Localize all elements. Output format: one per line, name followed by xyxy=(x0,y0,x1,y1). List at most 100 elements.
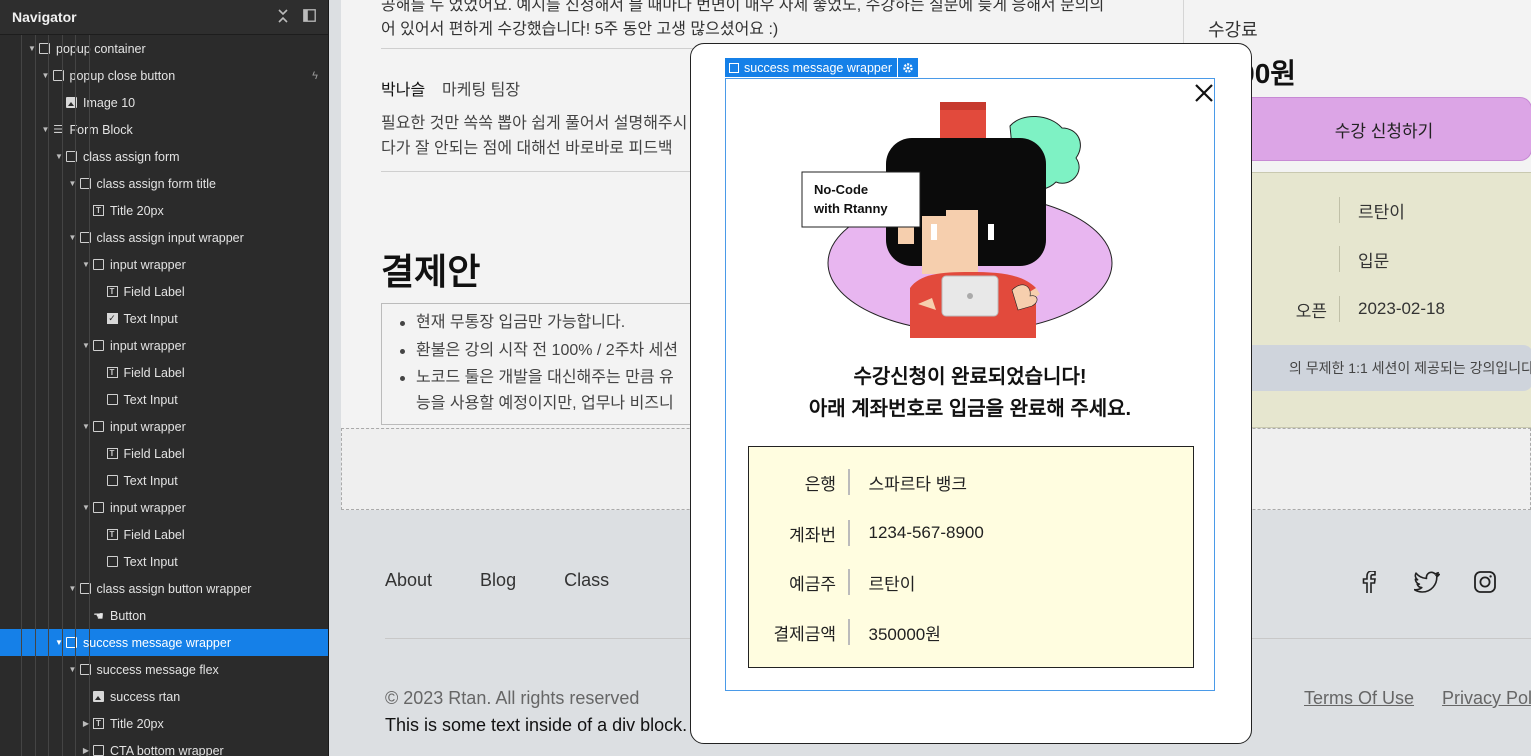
terms-link[interactable]: Terms Of Use xyxy=(1304,688,1414,709)
navigator-item[interactable]: ▼ input wrapper xyxy=(0,413,328,440)
facebook-icon[interactable] xyxy=(1355,568,1383,596)
navigator-item[interactable]: ▼ input wrapper xyxy=(0,332,328,359)
div-block-icon xyxy=(93,421,104,432)
navigator-item[interactable]: Text Input xyxy=(0,548,328,575)
text-element-icon: T xyxy=(106,448,118,459)
info-value: 입문 xyxy=(1358,251,1390,271)
navigator-item-label: Text Input xyxy=(123,554,178,569)
navigator-item[interactable]: ☚ Button xyxy=(0,602,328,629)
collapse-icon[interactable] xyxy=(276,8,290,26)
navigator-item[interactable]: ▼ ☰ Form Block xyxy=(0,116,328,143)
navigator-item[interactable]: T Field Label xyxy=(0,359,328,386)
caret-down-icon[interactable]: ▼ xyxy=(68,584,78,593)
navigator-item[interactable]: ▼ input wrapper xyxy=(0,251,328,278)
navigator-item[interactable]: success rtan xyxy=(0,683,328,710)
info-row: 오픈 2023-02-18 xyxy=(1237,294,1531,324)
navigator-item-label: Title 20px xyxy=(110,203,164,218)
review-body-line: 필요한 것만 쏙쏙 뽑아 쉽게 풀어서 설명해주시 xyxy=(381,115,688,132)
div-block-icon xyxy=(106,394,118,405)
instagram-icon[interactable] xyxy=(1471,568,1499,596)
navigator-item-label: input wrapper xyxy=(110,338,186,353)
navigator-item[interactable]: ▶ T Title 20px xyxy=(0,710,328,737)
caret-down-icon[interactable]: ▼ xyxy=(68,179,78,188)
payment-info-box: 현재 무통장 입금만 가능합니다. 환불은 강의 시작 전 100% / 2주차… xyxy=(381,303,701,425)
reviewer-name: 박나슬 xyxy=(381,82,426,99)
privacy-link[interactable]: Privacy Pol xyxy=(1442,688,1531,709)
navigator-item[interactable]: ▼ popup container xyxy=(0,35,328,62)
div-block-icon xyxy=(106,475,118,486)
fee-label: 수강료 xyxy=(1208,20,1258,40)
payment-item-continued: 능을 사용할 예정이지만, 업무나 비즈니 xyxy=(416,394,674,412)
dock-panel-icon[interactable] xyxy=(302,9,316,25)
info-value: 르탄이 xyxy=(1358,202,1405,222)
footer-link-class[interactable]: Class xyxy=(564,570,609,591)
settings-gear-icon[interactable] xyxy=(897,58,918,77)
navigator-item-label: input wrapper xyxy=(110,500,186,515)
navigator-item[interactable]: ▼ class assign button wrapper xyxy=(0,575,328,602)
navigator-item[interactable]: T Title 20px xyxy=(0,197,328,224)
text-element-icon: T xyxy=(106,286,118,297)
success-line: 아래 계좌번호로 입금을 완료해 주세요. xyxy=(808,398,1132,420)
navigator-panel: Navigator ▼ popup container ▼ popup close b… xyxy=(0,0,329,756)
selection-tag: success message wrapper xyxy=(725,58,918,77)
account-key: 계좌번 xyxy=(789,525,836,545)
tree-guide-line xyxy=(35,35,36,756)
interaction-bolt-icon[interactable]: ϟ xyxy=(312,70,318,82)
twitter-icon[interactable] xyxy=(1413,568,1441,596)
navigator-item-label: class assign form title xyxy=(96,176,216,191)
navigator-item[interactable]: ▼ input wrapper xyxy=(0,494,328,521)
navigator-item-label: success message wrapper xyxy=(83,635,231,650)
navigator-item[interactable]: ▼ class assign input wrapper xyxy=(0,224,328,251)
footer-link-about[interactable]: About xyxy=(385,570,432,591)
text-element-icon: T xyxy=(106,367,118,378)
input-field-icon: ✓ xyxy=(106,313,118,324)
text-element-icon: T xyxy=(93,718,104,729)
caret-down-icon[interactable]: ▼ xyxy=(68,233,78,242)
navigator-item[interactable]: ▼ class assign form xyxy=(0,143,328,170)
div-block-text: This is some text inside of a div block. xyxy=(385,715,688,735)
navigator-item-label: Field Label xyxy=(123,365,185,380)
navigator-item[interactable]: ▶ CTA bottom wrapper xyxy=(0,737,328,756)
navigator-item[interactable]: T Field Label xyxy=(0,440,328,467)
navigator-item-label: Field Label xyxy=(123,527,185,542)
navigator-item[interactable]: T Field Label xyxy=(0,278,328,305)
review-top-line: 공해를 두 었었어요. 예시를 신청해서 블 때마다 번면이 매우 자세 좋었도… xyxy=(381,0,1105,14)
navigator-item[interactable]: Image 10 xyxy=(0,89,328,116)
navigator-item[interactable]: ▼ success message flex xyxy=(0,656,328,683)
payment-heading: 결제안 xyxy=(381,251,481,292)
tree-guide-line xyxy=(75,35,76,756)
apply-course-button[interactable]: 수강 신청하기 xyxy=(1236,97,1531,161)
selection-label[interactable]: success message wrapper xyxy=(725,58,897,77)
tree-guide-line xyxy=(62,35,63,756)
div-block-icon xyxy=(93,340,104,351)
navigator-item-label: class assign form xyxy=(83,149,180,164)
navigator-item-label: Form Block xyxy=(69,122,133,137)
navigator-item[interactable]: ▼ popup close button ϟ xyxy=(0,62,328,89)
footer-link-blog[interactable]: Blog xyxy=(480,570,516,591)
navigator-item[interactable]: ▼ success message wrapper xyxy=(0,629,328,656)
caret-down-icon[interactable]: ▼ xyxy=(41,71,51,80)
navigator-item-label: Text Input xyxy=(123,311,178,326)
review-body-line: 다가 잘 안되는 점에 대해선 바로바로 피드백 xyxy=(381,139,673,157)
footer-nav: About Blog Class xyxy=(385,570,609,591)
bank-account-box: 은행 스파르타 뱅크 계좌번 1234-567-8900 예금주 르탄이 결제금… xyxy=(748,446,1194,668)
navigator-item-label: input wrapper xyxy=(110,257,186,272)
navigator-item-label: class assign button wrapper xyxy=(96,581,252,596)
button-icon: ☚ xyxy=(93,608,104,623)
caret-down-icon[interactable]: ▼ xyxy=(41,125,51,134)
navigator-item[interactable]: ▼ class assign form title xyxy=(0,170,328,197)
navigator-item[interactable]: ✓ Text Input xyxy=(0,305,328,332)
navigator-tree: ▼ popup container ▼ popup close button ϟ Imag… xyxy=(0,35,328,756)
navigator-item[interactable]: T Field Label xyxy=(0,521,328,548)
account-key: 결제금액 xyxy=(773,624,836,644)
navigator-item-label: popup close button xyxy=(69,68,176,83)
navigator-item[interactable]: Text Input xyxy=(0,386,328,413)
navigator-item-label: input wrapper xyxy=(110,419,186,434)
payment-item: 노코드 툴은 개발을 대신해주는 만큼 유 xyxy=(398,365,700,391)
caret-down-icon[interactable]: ▼ xyxy=(68,665,78,674)
navigator-item-label: Field Label xyxy=(123,446,185,461)
info-row: 르탄이 xyxy=(1237,195,1531,225)
navigator-item[interactable]: Text Input xyxy=(0,467,328,494)
popup-close-button[interactable] xyxy=(1191,80,1217,106)
text-element-icon: T xyxy=(106,529,118,540)
